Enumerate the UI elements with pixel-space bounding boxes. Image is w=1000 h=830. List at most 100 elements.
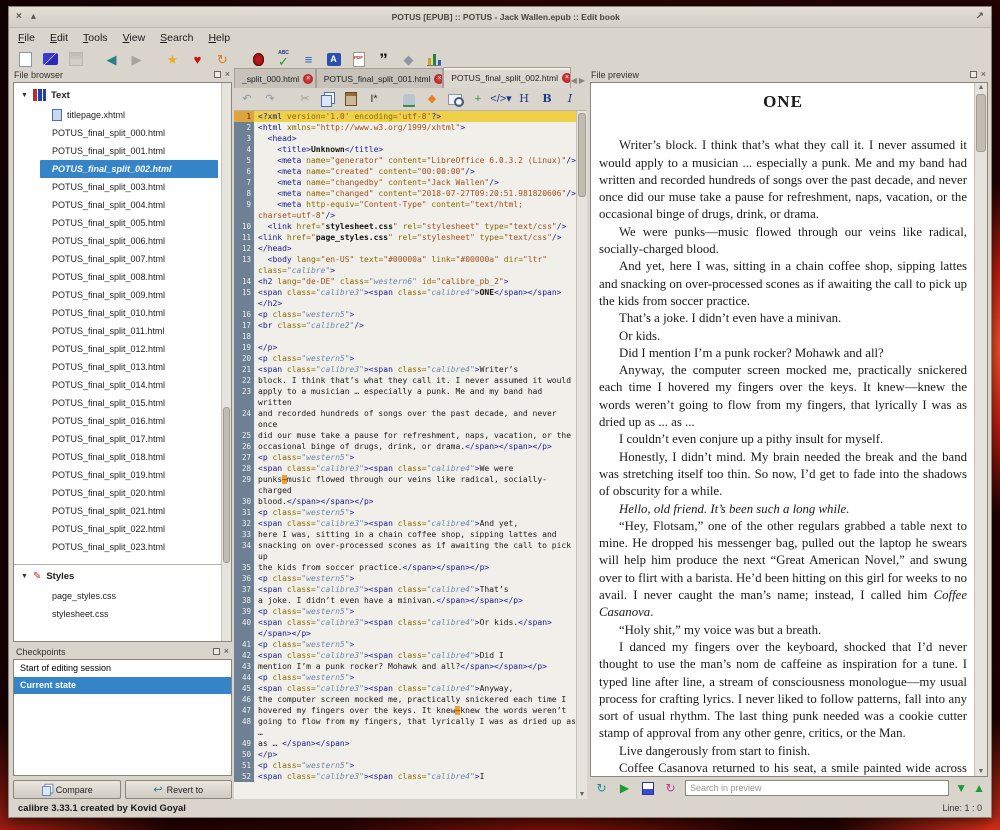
copy-icon[interactable] — [320, 91, 336, 107]
undo-icon[interactable]: ↶ — [239, 91, 255, 107]
redo-icon[interactable]: ↷ — [262, 91, 278, 107]
menu-tools[interactable]: Tools — [83, 32, 108, 44]
insert-tag-icon[interactable]: + — [470, 91, 486, 107]
menu-edit[interactable]: Edit — [50, 32, 68, 44]
open-book-icon[interactable] — [41, 50, 60, 69]
file-item[interactable]: POTUS_final_split_021.html — [40, 502, 218, 520]
file-item[interactable]: POTUS_final_split_017.html — [40, 430, 218, 448]
close-tab-icon[interactable]: × — [303, 74, 313, 84]
donate-heart-icon[interactable]: ♥ — [188, 50, 207, 69]
run-icon[interactable]: ▶ — [616, 780, 633, 797]
file-item[interactable]: POTUS_final_split_012.html — [40, 340, 218, 358]
tab-scroll-left-icon[interactable]: ◀ — [571, 76, 577, 85]
revert-to-button[interactable]: ↩ Revert to — [125, 780, 233, 799]
font-book-icon[interactable]: A — [324, 50, 343, 69]
code-block-icon[interactable]: </>▾ — [493, 91, 509, 107]
saved-searches-icon[interactable] — [401, 91, 417, 107]
editor-tab[interactable]: _split_000.html× — [234, 68, 316, 88]
file-item[interactable]: POTUS_final_split_022.html — [40, 520, 218, 538]
editor-tab[interactable]: POTUS_final_split_001.html× — [316, 68, 444, 88]
find-previous-icon[interactable]: ▲ — [973, 780, 985, 797]
bold-icon[interactable]: B — [539, 91, 555, 107]
file-item[interactable]: POTUS_final_split_003.html — [40, 178, 218, 196]
file-item[interactable]: POTUS_final_split_019.html — [40, 466, 218, 484]
preview-scrollbar[interactable]: ▲ ▼ — [974, 83, 987, 776]
file-tree-scrollbar[interactable] — [221, 83, 231, 641]
file-item[interactable]: POTUS_final_split_020.html — [40, 484, 218, 502]
upload-icon[interactable]: ◆ — [399, 50, 418, 69]
file-item[interactable]: POTUS_final_split_001.html — [40, 142, 218, 160]
file-item[interactable]: POTUS_final_split_018.html — [40, 448, 218, 466]
editor-scrollbar[interactable]: ▼ — [576, 111, 587, 799]
search-in-preview-input[interactable] — [685, 780, 949, 796]
file-item[interactable]: POTUS_final_split_011.html — [40, 322, 218, 340]
smarten-punctuation-icon[interactable]: ” — [374, 50, 393, 69]
file-item[interactable]: POTUS_final_split_002.html — [40, 160, 218, 178]
collapse-icon[interactable]: ▼ — [21, 573, 28, 580]
file-item[interactable]: POTUS_final_split_016.html — [40, 412, 218, 430]
scroll-down-icon[interactable]: ▼ — [577, 791, 587, 798]
compare-button[interactable]: Compare — [13, 780, 121, 799]
file-item[interactable]: POTUS_final_split_023.html — [40, 538, 218, 556]
stylesheet-item[interactable]: page_styles.css — [40, 587, 218, 605]
editor-tab[interactable]: POTUS_final_split_002.html× — [443, 67, 571, 88]
live-reload-icon[interactable]: ↻ — [213, 50, 232, 69]
menu-search[interactable]: Search — [160, 32, 193, 44]
float-panel-icon[interactable] — [970, 71, 977, 78]
scroll-down-icon[interactable]: ▼ — [975, 768, 987, 775]
forward-icon[interactable]: ▶ — [127, 50, 146, 69]
file-item[interactable]: POTUS_final_split_009.html — [40, 286, 218, 304]
heading-icon[interactable]: H — [516, 91, 532, 107]
italic-icon[interactable]: I — [562, 91, 578, 107]
file-item[interactable]: titlepage.xhtml — [40, 106, 218, 124]
back-icon[interactable]: ◀ — [102, 50, 121, 69]
scrollbar-thumb[interactable] — [976, 94, 986, 152]
insert-special-icon[interactable]: I* — [366, 91, 382, 107]
file-item[interactable]: POTUS_final_split_004.html — [40, 196, 218, 214]
float-panel-icon[interactable] — [213, 648, 220, 655]
file-item[interactable]: POTUS_final_split_015.html — [40, 394, 218, 412]
check-book-bug-icon[interactable] — [249, 50, 268, 69]
mark-text-icon[interactable]: ◆ — [424, 91, 440, 107]
file-item[interactable]: POTUS_final_split_010.html — [40, 304, 218, 322]
float-panel-icon[interactable] — [214, 71, 221, 78]
close-tab-icon[interactable]: × — [434, 74, 443, 84]
file-item[interactable]: POTUS_final_split_014.html — [40, 376, 218, 394]
save-icon[interactable] — [66, 50, 85, 69]
menu-help[interactable]: Help — [208, 32, 230, 44]
new-file-icon[interactable] — [16, 50, 35, 69]
file-item[interactable]: POTUS_final_split_006.html — [40, 232, 218, 250]
collapse-icon[interactable]: ▼ — [21, 92, 28, 99]
menu-view[interactable]: View — [123, 32, 146, 44]
refresh-icon[interactable]: ↻ — [593, 780, 610, 797]
scrollbar-thumb[interactable] — [223, 407, 230, 563]
search-box-icon[interactable] — [447, 91, 463, 107]
code-editor[interactable]: 1<?xml version='1.0' encoding='utf-8'?>2… — [234, 111, 576, 799]
text-section[interactable]: ▼ Text — [14, 83, 231, 106]
file-item[interactable]: POTUS_final_split_008.html — [40, 268, 218, 286]
preview-content[interactable]: ONE Writer’s block. I think that’s what … — [590, 82, 988, 777]
window-shade-icon[interactable]: ▴ — [31, 12, 36, 22]
close-panel-icon[interactable]: × — [225, 70, 230, 79]
window-maximize-icon[interactable]: ↗ — [976, 12, 984, 22]
find-next-icon[interactable]: ▼ — [955, 780, 967, 797]
pdf-file-icon[interactable]: PDF — [349, 50, 368, 69]
save-preview-icon[interactable] — [639, 780, 656, 797]
file-item[interactable]: POTUS_final_split_013.html — [40, 358, 218, 376]
close-panel-icon[interactable]: × — [224, 647, 229, 656]
spellcheck-icon[interactable]: ABC✓ — [274, 50, 293, 69]
reports-chart-icon[interactable] — [424, 50, 443, 69]
tab-scroll-right-icon[interactable]: ▶ — [579, 76, 585, 85]
menu-file[interactable]: File — [18, 32, 35, 44]
cut-icon[interactable]: ✂ — [297, 91, 313, 107]
stylesheet-item[interactable]: stylesheet.css — [40, 605, 218, 623]
wand-icon[interactable]: ★ — [163, 50, 182, 69]
paste-icon[interactable] — [343, 91, 359, 107]
beautify-icon[interactable]: ≡ — [299, 50, 318, 69]
file-item[interactable]: POTUS_final_split_005.html — [40, 214, 218, 232]
window-close-icon[interactable]: × — [16, 12, 22, 22]
scrollbar-thumb[interactable] — [578, 113, 586, 197]
reload-icon[interactable]: ↻ — [662, 780, 679, 797]
close-panel-icon[interactable]: × — [981, 70, 986, 79]
scroll-up-icon[interactable]: ▲ — [975, 84, 987, 91]
